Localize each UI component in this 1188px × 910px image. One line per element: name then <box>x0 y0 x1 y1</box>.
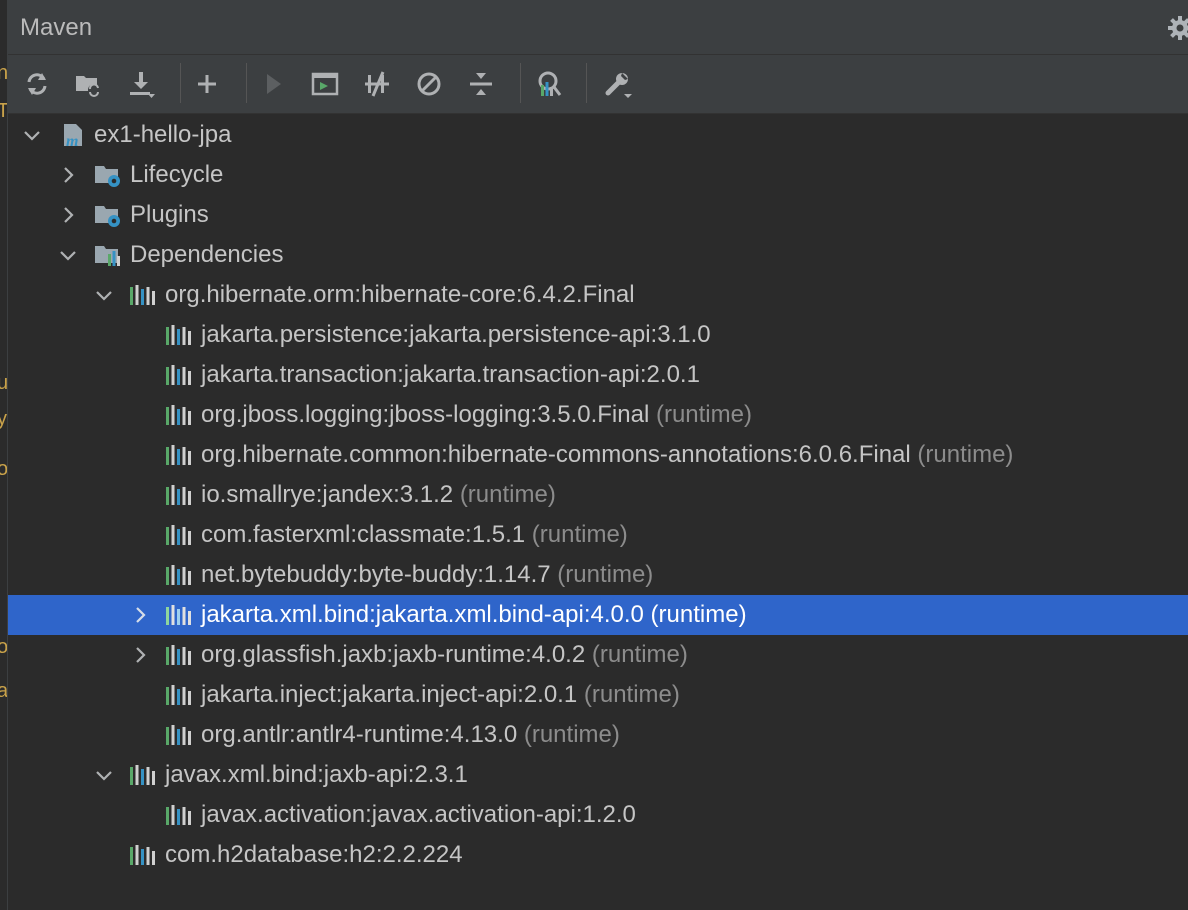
build-tool-settings-icon[interactable] <box>601 67 635 101</box>
library-icon <box>164 722 192 748</box>
library-icon <box>164 602 192 628</box>
toolbar-separator <box>520 63 521 103</box>
library-icon <box>164 682 192 708</box>
tree-node-dependency[interactable]: jakarta.persistence:jakarta.persistence-… <box>8 315 1188 355</box>
chevron-right-icon[interactable] <box>58 205 78 225</box>
generate-sources-icon[interactable] <box>71 67 105 101</box>
tree-node-dependency[interactable]: net.bytebuddy:byte-buddy:1.14.7 (runtime… <box>8 555 1188 595</box>
dependency-label: javax.xml.bind:jaxb-api:2.3.1 <box>165 761 468 788</box>
tree-node-dependency[interactable]: com.h2database:h2:2.2.224 <box>8 835 1188 875</box>
tree-node-dependency[interactable]: org.antlr:antlr4-runtime:4.13.0 (runtime… <box>8 715 1188 755</box>
tree-node-dependency[interactable]: javax.xml.bind:jaxb-api:2.3.1 <box>8 755 1188 795</box>
tree-node-dependency[interactable]: org.hibernate.orm:hibernate-core:6.4.2.F… <box>8 275 1188 315</box>
library-icon <box>164 482 192 508</box>
chevron-down-icon[interactable] <box>94 285 114 305</box>
tree-node-dependency-selected[interactable]: jakarta.xml.bind:jakarta.xml.bind-api:4.… <box>8 595 1188 635</box>
gutter-glyph: y <box>0 408 7 430</box>
dependency-label: jakarta.inject:jakarta.inject-api:2.0.1 … <box>201 681 680 708</box>
dependency-label: com.fasterxml:classmate:1.5.1 (runtime) <box>201 521 628 548</box>
gear-icon[interactable] <box>1166 14 1188 42</box>
reload-all-icon[interactable] <box>20 67 54 101</box>
skip-tests-icon[interactable] <box>412 67 446 101</box>
dependency-label: org.jboss.logging:jboss-logging:3.5.0.Fi… <box>201 401 752 428</box>
tree-node-dependency[interactable]: org.hibernate.common:hibernate-commons-a… <box>8 435 1188 475</box>
show-dependencies-icon[interactable] <box>531 67 565 101</box>
dependency-scope: (runtime) <box>557 561 654 588</box>
maven-module-icon: m <box>60 122 88 150</box>
dependency-scope: (runtime) <box>583 681 680 708</box>
dependency-scope: (runtime) <box>591 641 688 668</box>
dependency-scope: (runtime) <box>650 601 747 628</box>
dependencies-label: Dependencies <box>130 241 284 268</box>
tool-window-title: Maven <box>20 14 93 41</box>
library-icon <box>164 562 192 588</box>
run-maven-build-icon[interactable] <box>256 67 290 101</box>
library-icon <box>164 442 192 468</box>
maven-project-tree: m ex1-hello-jpa Lifecycle Plugins Depend… <box>8 115 1188 910</box>
tool-window-header: Maven <box>8 0 1188 55</box>
chevron-down-icon[interactable] <box>58 245 78 265</box>
toolbar-separator <box>180 63 181 103</box>
project-label: ex1-hello-jpa <box>94 121 232 148</box>
dependency-scope: (runtime) <box>917 441 1014 468</box>
tree-node-project[interactable]: m ex1-hello-jpa <box>8 115 1188 155</box>
dependency-label: net.bytebuddy:byte-buddy:1.14.7 (runtime… <box>201 561 654 588</box>
dependency-label: jakarta.persistence:jakarta.persistence-… <box>201 321 711 348</box>
toggle-offline-mode-icon[interactable] <box>360 67 394 101</box>
library-icon <box>128 282 156 308</box>
execute-maven-goal-icon[interactable] <box>308 67 342 101</box>
chevron-down-icon[interactable] <box>22 125 42 145</box>
tree-node-dependency[interactable]: jakarta.inject:jakarta.inject-api:2.0.1 … <box>8 675 1188 715</box>
tree-node-dependency[interactable]: com.fasterxml:classmate:1.5.1 (runtime) <box>8 515 1188 555</box>
tree-node-dependency[interactable]: org.glassfish.jaxb:jaxb-runtime:4.0.2 (r… <box>8 635 1188 675</box>
tree-node-dependency[interactable]: jakarta.transaction:jakarta.transaction-… <box>8 355 1188 395</box>
toolbar-separator <box>586 63 587 103</box>
chevron-down-icon[interactable] <box>94 765 114 785</box>
collapse-all-icon[interactable] <box>464 67 498 101</box>
lifecycle-label: Lifecycle <box>130 161 224 188</box>
maven-tool-window: Maven m ex1-hello-jpa Lifecycle Plugins … <box>7 0 1188 910</box>
dependency-label: jakarta.transaction:jakarta.transaction-… <box>201 361 700 388</box>
chevron-right-icon[interactable] <box>58 165 78 185</box>
dependency-label: jakarta.xml.bind:jakarta.xml.bind-api:4.… <box>201 601 747 628</box>
toolbar-separator <box>246 63 247 103</box>
svg-text:m: m <box>66 133 78 148</box>
download-sources-icon[interactable] <box>124 67 158 101</box>
tree-node-plugins[interactable]: Plugins <box>8 195 1188 235</box>
dependency-label: org.hibernate.orm:hibernate-core:6.4.2.F… <box>165 281 635 308</box>
dependency-label: org.hibernate.common:hibernate-commons-a… <box>201 441 1014 468</box>
dependencies-folder-icon <box>94 242 122 268</box>
tree-node-dependencies[interactable]: Dependencies <box>8 235 1188 275</box>
library-icon <box>164 642 192 668</box>
dependency-label: io.smallrye:jandex:3.1.2 (runtime) <box>201 481 556 508</box>
dependency-label: com.h2database:h2:2.2.224 <box>165 841 463 868</box>
dependency-scope: (runtime) <box>531 521 628 548</box>
tree-node-dependency[interactable]: javax.activation:javax.activation-api:1.… <box>8 795 1188 835</box>
chevron-right-icon[interactable] <box>130 605 150 625</box>
library-icon <box>128 842 156 868</box>
dependency-scope: (runtime) <box>523 721 620 748</box>
plugins-label: Plugins <box>130 201 209 228</box>
dependency-label: javax.activation:javax.activation-api:1.… <box>201 801 636 828</box>
tree-node-lifecycle[interactable]: Lifecycle <box>8 155 1188 195</box>
lifecycle-folder-icon <box>94 162 122 188</box>
editor-gutter-strip: n T u y o o a <box>0 0 9 910</box>
dependency-scope: (runtime) <box>459 481 556 508</box>
dependency-label: org.antlr:antlr4-runtime:4.13.0 (runtime… <box>201 721 620 748</box>
tree-node-dependency[interactable]: org.jboss.logging:jboss-logging:3.5.0.Fi… <box>8 395 1188 435</box>
library-icon <box>128 762 156 788</box>
library-icon <box>164 402 192 428</box>
library-icon <box>164 362 192 388</box>
add-maven-project-icon[interactable] <box>190 67 224 101</box>
maven-toolbar <box>8 55 1188 114</box>
tree-node-dependency[interactable]: io.smallrye:jandex:3.1.2 (runtime) <box>8 475 1188 515</box>
library-icon <box>164 802 192 828</box>
dependency-scope: (runtime) <box>655 401 752 428</box>
chevron-right-icon[interactable] <box>130 645 150 665</box>
library-icon <box>164 322 192 348</box>
dependency-label: org.glassfish.jaxb:jaxb-runtime:4.0.2 (r… <box>201 641 688 668</box>
plugins-folder-icon <box>94 202 122 228</box>
library-icon <box>164 522 192 548</box>
